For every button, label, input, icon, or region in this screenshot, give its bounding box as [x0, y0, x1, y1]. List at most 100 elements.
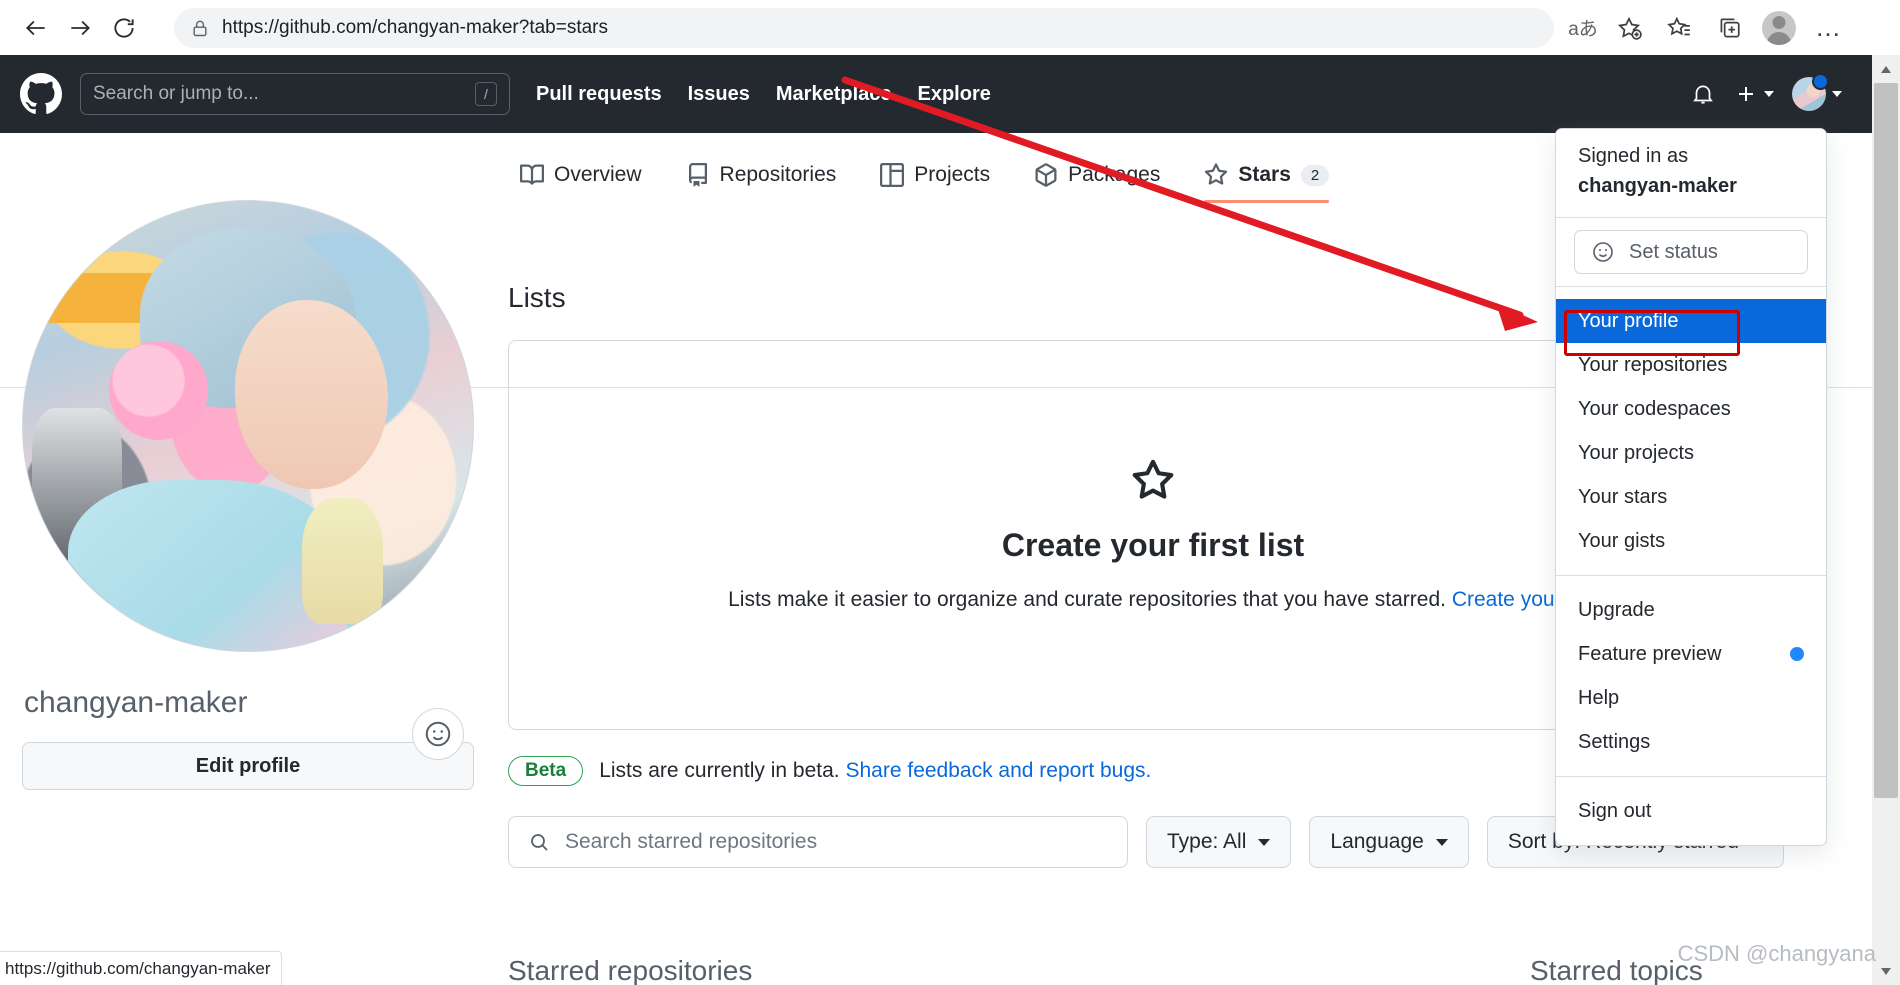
type-filter-label: Type: All	[1167, 830, 1247, 853]
plus-icon	[1739, 87, 1753, 101]
menu-item-your-codespaces[interactable]: Your codespaces	[1556, 387, 1826, 431]
profile-avatar[interactable]	[22, 200, 474, 652]
tab-overview[interactable]: Overview	[520, 163, 642, 203]
account-dropdown-menu: Signed in as changyan-maker Set status Y…	[1555, 128, 1827, 846]
back-button[interactable]	[14, 6, 58, 50]
project-icon	[880, 163, 905, 187]
chevron-down-icon	[1832, 91, 1842, 97]
profile-login: changyan-maker	[24, 686, 248, 719]
global-search-input[interactable]: Search or jump to... /	[80, 73, 510, 115]
nav-pull-requests[interactable]: Pull requests	[536, 83, 662, 106]
set-status-button[interactable]	[412, 708, 464, 760]
nav-explore[interactable]: Explore	[918, 83, 991, 106]
arrow-left-icon	[26, 20, 45, 35]
menu-item-sign-out[interactable]: Sign out	[1556, 789, 1826, 833]
repo-icon	[688, 163, 707, 187]
menu-item-your-gists[interactable]: Your gists	[1556, 519, 1826, 563]
tab-stars-count: 2	[1300, 164, 1330, 186]
nav-issues[interactable]: Issues	[688, 83, 750, 106]
menu-item-label: Upgrade	[1578, 598, 1655, 621]
menu-item-label: Your codespaces	[1578, 397, 1731, 420]
menu-item-your-repositories[interactable]: Your repositories	[1556, 343, 1826, 387]
reload-button[interactable]	[102, 6, 146, 50]
tab-packages-label: Packages	[1068, 163, 1161, 186]
edit-profile-button[interactable]: Edit profile	[22, 742, 474, 790]
menu-item-settings[interactable]: Settings	[1556, 720, 1826, 764]
browser-profile-button[interactable]	[1756, 7, 1802, 49]
account-menu-button[interactable]	[1792, 73, 1842, 111]
menu-item-label: Help	[1578, 686, 1620, 709]
menu-item-label: Sign out	[1578, 799, 1652, 822]
chevron-up-icon	[1881, 65, 1891, 73]
language-filter-button[interactable]: Language	[1309, 816, 1469, 868]
menu-item-label: Feature preview	[1578, 642, 1722, 665]
browser-toolbar: https://github.com/changyan-maker?tab=st…	[0, 0, 1900, 55]
profile-tabs: Overview Repositories Projects Packages	[520, 163, 1330, 203]
scroll-down-button[interactable]	[1872, 957, 1900, 985]
set-status-wrap: Set status	[1556, 218, 1826, 286]
tab-overview-label: Overview	[554, 163, 642, 186]
menu-item-your-stars[interactable]: Your stars	[1556, 475, 1826, 519]
global-search-placeholder: Search or jump to...	[93, 83, 259, 104]
package-icon	[1035, 163, 1057, 187]
chevron-down-icon	[1764, 91, 1774, 97]
menu-item-upgrade[interactable]: Upgrade	[1556, 588, 1826, 632]
profile-sidebar: changyan-maker Edit profile	[22, 200, 474, 790]
search-shortcut-key: /	[475, 82, 497, 106]
watermark: CSDN @changyana	[1677, 941, 1876, 966]
dropdown-signed-in: Signed in as changyan-maker	[1556, 129, 1826, 217]
search-icon	[531, 834, 548, 851]
star-outline-icon	[1132, 459, 1174, 499]
menu-item-label: Your projects	[1578, 441, 1694, 464]
github-header: Search or jump to... / Pull requests Iss…	[0, 55, 1872, 133]
beta-badge: Beta	[508, 756, 584, 786]
tab-repositories-label: Repositories	[719, 163, 837, 186]
add-favorite-icon[interactable]	[1606, 6, 1652, 49]
favorites-icon[interactable]	[1656, 7, 1702, 49]
tab-repositories[interactable]: Repositories	[686, 163, 837, 203]
address-bar[interactable]: https://github.com/changyan-maker?tab=st…	[174, 7, 1554, 48]
signed-in-username: changyan-maker	[1578, 175, 1737, 197]
tab-stars[interactable]: Stars 2	[1204, 163, 1330, 203]
lock-icon	[193, 20, 207, 36]
smiley-icon	[425, 721, 451, 747]
link-status-bar: https://github.com/changyan-maker	[0, 951, 282, 985]
collections-icon[interactable]	[1706, 7, 1752, 49]
menu-item-label: Settings	[1578, 730, 1651, 753]
type-filter-button[interactable]: Type: All	[1146, 816, 1292, 868]
menu-item-help[interactable]: Help	[1556, 676, 1826, 720]
menu-item-your-projects[interactable]: Your projects	[1556, 431, 1826, 475]
menu-item-label: Your gists	[1578, 529, 1666, 552]
github-header-right	[1690, 73, 1852, 111]
language-filter-label: Language	[1330, 830, 1424, 853]
menu-item-feature-preview[interactable]: Feature preview	[1556, 632, 1826, 676]
avatar-flower	[108, 340, 208, 440]
menu-item-label: Your profile	[1578, 309, 1679, 332]
active-tab-underline	[1204, 200, 1330, 203]
github-logo-icon[interactable]	[20, 73, 62, 115]
bell-icon[interactable]	[1690, 81, 1716, 107]
tab-packages[interactable]: Packages	[1034, 163, 1160, 203]
settings-more-button[interactable]: …	[1806, 7, 1852, 49]
avatar-face	[234, 300, 388, 489]
feature-preview-dot	[1790, 647, 1804, 661]
page-scrollbar[interactable]	[1872, 55, 1900, 985]
scroll-up-button[interactable]	[1872, 55, 1900, 83]
link-preview-text: https://github.com/changyan-maker	[5, 958, 271, 978]
beta-feedback-link[interactable]: Share feedback and report bugs.	[845, 759, 1151, 782]
tab-projects[interactable]: Projects	[880, 163, 990, 203]
menu-item-label: Your stars	[1578, 485, 1668, 508]
read-aloud-icon[interactable]: aあ	[1560, 6, 1606, 49]
browser-profile-avatar	[1762, 10, 1796, 45]
dropdown-set-status-button[interactable]: Set status	[1574, 230, 1808, 274]
search-starred-input[interactable]: Search starred repositories	[508, 816, 1128, 868]
create-new-button[interactable]	[1734, 82, 1774, 106]
chevron-down-icon	[1435, 838, 1448, 846]
github-main-nav: Pull requests Issues Marketplace Explore	[536, 83, 991, 106]
browser-window: https://github.com/changyan-maker?tab=st…	[0, 0, 1900, 985]
arrow-right-icon	[71, 20, 90, 35]
menu-item-your-profile[interactable]: Your profile	[1556, 299, 1826, 343]
nav-marketplace[interactable]: Marketplace	[776, 83, 892, 106]
forward-button[interactable]	[58, 6, 102, 50]
scrollbar-thumb[interactable]	[1874, 83, 1898, 798]
